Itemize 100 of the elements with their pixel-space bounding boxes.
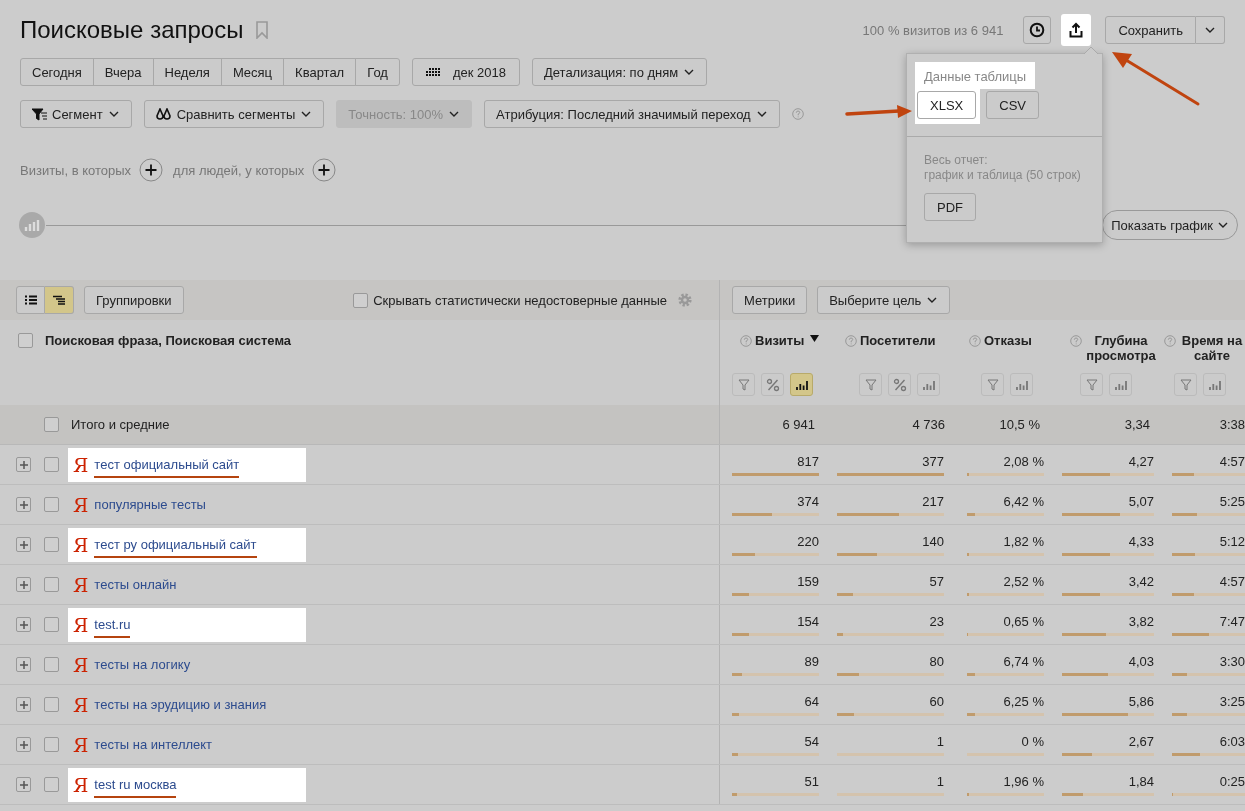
table-cell-text: 4,27 bbox=[1127, 453, 1154, 471]
table-cell-text: 1,84 bbox=[1127, 773, 1154, 791]
table-cell-text: 5,86 bbox=[1127, 693, 1154, 711]
search-phrase-link[interactable]: test.ru bbox=[94, 617, 131, 638]
plus-icon bbox=[18, 539, 29, 550]
search-engine-icon: Я bbox=[73, 493, 89, 516]
filter-button[interactable] bbox=[981, 373, 1004, 396]
expand-button[interactable] bbox=[16, 697, 31, 712]
tree-view-button[interactable] bbox=[45, 286, 74, 314]
search-engine-icon: Я bbox=[73, 773, 89, 796]
period-tab[interactable]: Год bbox=[355, 58, 400, 86]
totals-label: Итого и средние bbox=[71, 417, 170, 432]
filter-icon bbox=[32, 107, 47, 121]
period-tab[interactable]: Неделя bbox=[152, 58, 222, 86]
row-checkbox[interactable] bbox=[44, 737, 59, 752]
search-phrase-link[interactable]: test ru москва bbox=[94, 777, 177, 798]
table-cell-text: 1,82 % bbox=[1002, 533, 1044, 551]
row-checkbox[interactable] bbox=[44, 617, 59, 632]
save-button[interactable]: Сохранить bbox=[1105, 16, 1196, 44]
filter-icon bbox=[985, 377, 1000, 392]
expand-button[interactable] bbox=[16, 537, 31, 552]
search-phrase-link[interactable]: тесты на интеллект bbox=[94, 737, 213, 752]
history-button[interactable] bbox=[1023, 16, 1052, 44]
search-phrase-link[interactable]: тесты онлайн bbox=[94, 577, 177, 592]
search-phrase-link[interactable]: тест официальный сайт bbox=[94, 457, 240, 478]
expand-button[interactable] bbox=[16, 737, 31, 752]
metrics-button[interactable]: Метрики bbox=[732, 286, 808, 314]
plus-icon bbox=[18, 739, 29, 750]
help-icon bbox=[969, 335, 981, 347]
expand-button[interactable] bbox=[16, 617, 31, 632]
table-cell-text: 4,03 bbox=[1127, 653, 1154, 671]
search-phrase-link[interactable]: тест ру официальный сайт bbox=[94, 537, 257, 558]
table-cell-text: 60 bbox=[928, 693, 944, 711]
table-cell-text: 3:30 bbox=[1218, 653, 1245, 671]
detail-dropdown[interactable]: Детализация: по дням bbox=[531, 58, 708, 86]
period-tab[interactable]: Квартал bbox=[283, 58, 357, 86]
table-cell-text: 3:25 bbox=[1218, 693, 1245, 711]
groupings-button[interactable]: Группировки bbox=[84, 286, 184, 314]
column-header[interactable]: Посетители bbox=[860, 333, 936, 348]
hide-unreliable-checkbox[interactable]: Скрывать статистически недостоверные данные bbox=[353, 292, 667, 308]
percent-button[interactable] bbox=[761, 373, 784, 396]
row-checkbox[interactable] bbox=[44, 497, 59, 512]
annotation-arrow bbox=[845, 105, 912, 118]
table-cell-text: 64 bbox=[803, 693, 819, 711]
filter-button[interactable] bbox=[732, 373, 755, 396]
row-checkbox[interactable] bbox=[44, 777, 59, 792]
search-phrase-link[interactable]: тесты на эрудицию и знания bbox=[94, 697, 267, 712]
expand-button[interactable] bbox=[16, 497, 31, 512]
column-header[interactable]: Отказы bbox=[984, 333, 1032, 348]
export-format-button[interactable]: PDF bbox=[924, 193, 976, 221]
column-header[interactable]: Время на сайте bbox=[1179, 333, 1245, 363]
percent-icon bbox=[892, 377, 907, 392]
row-checkbox[interactable] bbox=[44, 657, 59, 672]
row-checkbox[interactable] bbox=[44, 537, 59, 552]
expand-button[interactable] bbox=[16, 577, 31, 592]
table-cell-text: 2,08 % bbox=[1002, 453, 1044, 471]
segment-dropdown[interactable]: Сегмент bbox=[20, 100, 132, 128]
period-tab[interactable]: Вчера bbox=[92, 58, 154, 86]
plus-icon bbox=[18, 499, 29, 510]
show-chart-button[interactable]: Показать график bbox=[1102, 210, 1238, 240]
column-header[interactable]: Глубина просмотра bbox=[1085, 333, 1157, 363]
row-checkbox[interactable] bbox=[44, 417, 59, 432]
period-tab[interactable]: Месяц bbox=[220, 58, 285, 86]
percent-button[interactable] bbox=[888, 373, 911, 396]
search-engine-icon: Я bbox=[73, 533, 89, 556]
filter-button[interactable] bbox=[859, 373, 882, 396]
filter-button[interactable] bbox=[1080, 373, 1103, 396]
help-icon bbox=[740, 335, 752, 347]
table-cell-text: 6,25 % bbox=[1002, 693, 1044, 711]
search-phrase-link[interactable]: популярные тесты bbox=[94, 497, 206, 512]
table-cell-text: 2,52 % bbox=[1002, 573, 1044, 591]
row-checkbox[interactable] bbox=[44, 457, 59, 472]
bookmark-icon bbox=[255, 21, 270, 39]
expand-button[interactable] bbox=[16, 777, 31, 792]
filter-icon bbox=[736, 377, 751, 392]
export-format-button[interactable]: CSV bbox=[986, 91, 1039, 119]
add-condition-button[interactable] bbox=[139, 157, 166, 183]
column-header[interactable]: Визиты bbox=[755, 333, 820, 348]
expand-button[interactable] bbox=[16, 657, 31, 672]
search-phrase-link[interactable]: тесты на логику bbox=[94, 657, 191, 672]
bar-chart-button[interactable] bbox=[790, 373, 813, 396]
expand-button[interactable] bbox=[16, 457, 31, 472]
export-button[interactable] bbox=[1061, 14, 1092, 46]
search-engine-icon: Я bbox=[73, 693, 89, 716]
date-picker-button[interactable]: дек 2018 bbox=[411, 58, 520, 86]
save-options-button[interactable] bbox=[1196, 16, 1225, 44]
add-condition-button[interactable] bbox=[312, 157, 339, 183]
table-cell-text: 1 bbox=[935, 733, 944, 751]
goal-dropdown[interactable]: Выберите цель bbox=[817, 286, 951, 314]
filter-dropdown[interactable]: Атрибуция: Последний значимый переход bbox=[484, 100, 780, 128]
filter-button[interactable] bbox=[1174, 373, 1197, 396]
plus-icon bbox=[18, 579, 29, 590]
period-tab[interactable]: Сегодня bbox=[20, 58, 94, 86]
compare-segments-dropdown[interactable]: Сравнить сегменты bbox=[143, 100, 325, 128]
row-checkbox[interactable] bbox=[44, 697, 59, 712]
row-checkbox[interactable] bbox=[44, 577, 59, 592]
table-cell-text: 7:47 bbox=[1218, 613, 1245, 631]
export-format-button[interactable]: XLSX bbox=[917, 91, 977, 119]
list-view-button[interactable] bbox=[16, 286, 45, 314]
select-all-checkbox[interactable] bbox=[18, 333, 33, 348]
